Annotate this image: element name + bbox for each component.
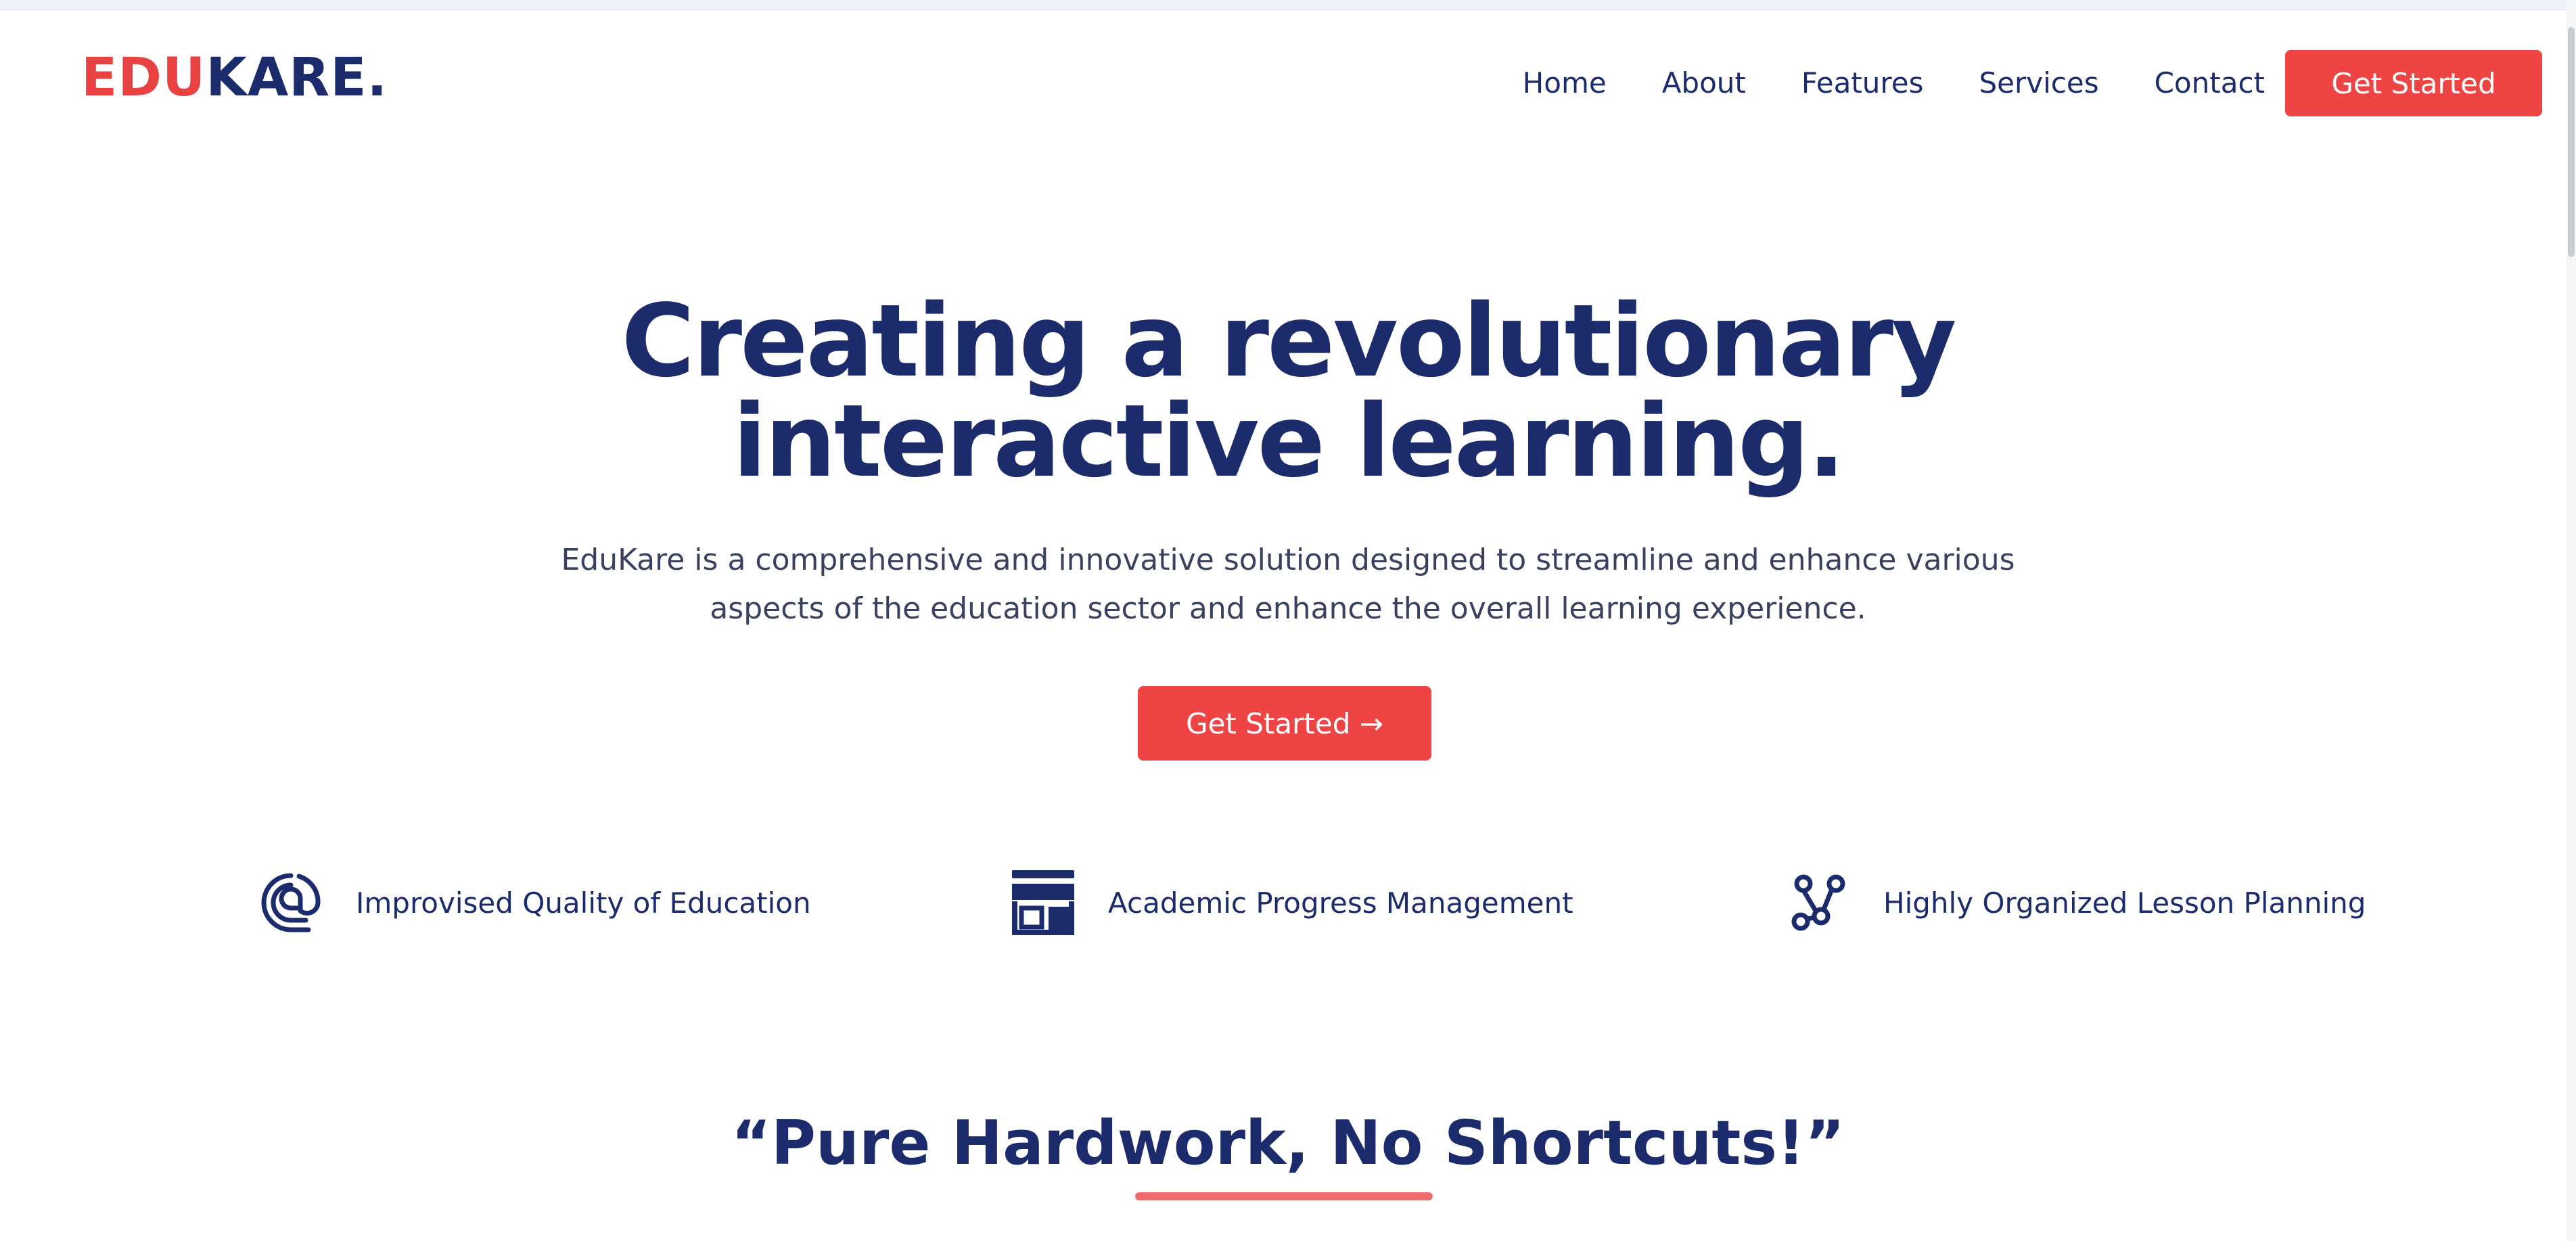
feature-label-quality: Improvised Quality of Education — [356, 886, 811, 920]
feature-item-progress: Academic Progress Management — [1008, 867, 1573, 938]
hero-get-started-label: Get Started → — [1186, 706, 1383, 740]
hero-title-line-1: Creating a revolutionary — [621, 283, 1956, 399]
feature-label-progress: Academic Progress Management — [1108, 886, 1573, 920]
nav-get-started-label: Get Started — [2331, 66, 2496, 100]
quote-heading: “Pure Hardwork, No Shortcuts!” — [731, 1108, 1845, 1179]
nav-link-features[interactable]: Features — [1801, 69, 1924, 97]
navbar: EDUKARE. Home About Features Services Co… — [0, 9, 2567, 158]
hero-title-line-2: interactive learning. — [732, 383, 1845, 499]
feature-item-planning: Highly Organized Lesson Planning — [1783, 867, 2366, 938]
logo-edu: EDU — [81, 47, 206, 108]
browser-top-edge — [0, 0, 2576, 10]
nav-link-home[interactable]: Home — [1523, 69, 1607, 97]
store-icon — [1008, 867, 1078, 938]
nav-get-started-button[interactable]: Get Started — [2285, 50, 2542, 116]
nav-menu: Home About Features Services Contact — [1523, 69, 2265, 97]
hero-get-started-button[interactable]: Get Started → — [1138, 686, 1431, 761]
hero-subtitle: EduKare is a comprehensive and innovativ… — [561, 543, 2015, 626]
quote-underline — [1135, 1192, 1433, 1200]
nav-link-services[interactable]: Services — [1979, 69, 2098, 97]
scrollbar-thumb[interactable] — [2568, 27, 2575, 257]
hero-title: Creating a revolutionary interactive lea… — [0, 291, 2576, 491]
logo[interactable]: EDUKARE. — [81, 51, 388, 104]
feature-item-quality: Improvised Quality of Education — [256, 867, 811, 938]
at-sign-icon — [256, 867, 326, 938]
feature-label-planning: Highly Organized Lesson Planning — [1883, 886, 2366, 920]
vertical-scrollbar[interactable] — [2567, 0, 2576, 1241]
logo-kare: KARE. — [206, 47, 388, 108]
network-nodes-icon — [1783, 867, 1854, 938]
nav-link-about[interactable]: About — [1662, 69, 1746, 97]
nav-link-contact[interactable]: Contact — [2155, 69, 2265, 97]
